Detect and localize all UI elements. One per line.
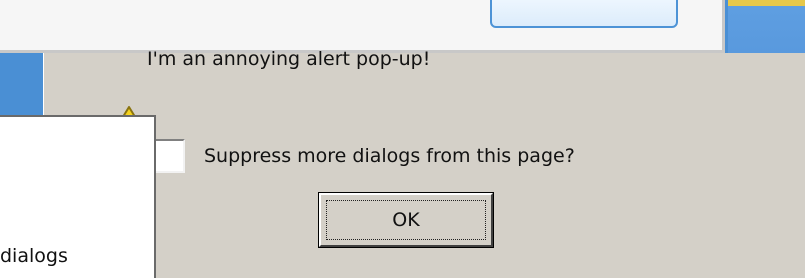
alert-message: I'm an annoying alert pop-up!: [147, 48, 431, 70]
alert-dialog: I'm an annoying alert pop-up! Suppress m…: [43, 48, 805, 278]
suppress-dialogs-checkbox[interactable]: [151, 139, 185, 173]
overlapping-panel-text: dialogs: [0, 245, 68, 267]
suppress-dialogs-label[interactable]: Suppress more dialogs from this page?: [204, 145, 575, 167]
background-dialog-button[interactable]: [490, 0, 678, 28]
ok-button[interactable]: OK: [319, 193, 493, 247]
background-dialog: [0, 0, 725, 53]
overlapping-panel: dialogs: [0, 115, 156, 278]
ok-button-label: OK: [392, 209, 420, 231]
taskbar-edge: [728, 0, 805, 6]
